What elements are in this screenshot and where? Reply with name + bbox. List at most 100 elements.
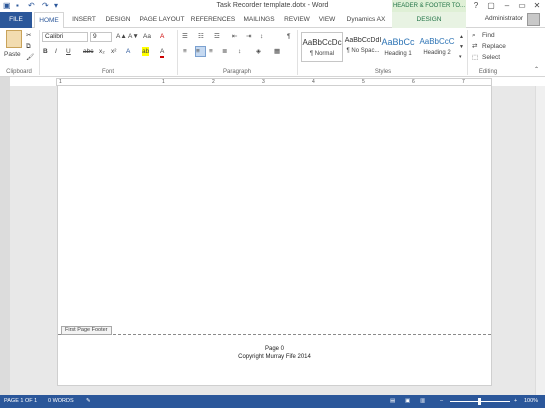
grow-font-button[interactable]: A▲	[116, 32, 127, 41]
group-label-styles: Styles	[374, 69, 392, 75]
tab-home[interactable]: HOME	[34, 12, 64, 29]
collapse-ribbon-icon[interactable]: ⌃	[534, 66, 539, 75]
read-mode-icon[interactable]: ▤	[390, 398, 395, 404]
web-layout-icon[interactable]: ▥	[420, 398, 425, 404]
minimize-button[interactable]: –	[500, 0, 514, 11]
status-bar: PAGE 1 OF 1 0 WORDS ✎ ▤ ▣ ▥ – + 100%	[0, 395, 545, 408]
line-spacing-icon[interactable]: ↕	[238, 47, 241, 56]
text-effects-button[interactable]: A	[126, 47, 130, 56]
zoom-level[interactable]: 100%	[524, 398, 538, 404]
ruler-number: 1	[162, 79, 165, 85]
footer-page-number[interactable]: Page 0	[58, 346, 491, 352]
group-label-clipboard: Clipboard	[6, 69, 32, 75]
select-icon[interactable]: ⬚	[472, 53, 478, 62]
strikethrough-button[interactable]: abc	[83, 47, 93, 56]
footer-copyright[interactable]: Copyright Murray Fife 2014	[58, 354, 491, 360]
style-normal-label: ¶ Normal	[309, 51, 335, 57]
help-button[interactable]: ?	[469, 0, 483, 11]
font-size-select[interactable]: 9	[90, 32, 112, 42]
style-normal-sample: AaBbCcDc	[302, 38, 342, 47]
align-right-icon[interactable]: ≡	[209, 47, 213, 56]
page-count[interactable]: PAGE 1 OF 1	[4, 398, 37, 404]
replace-icon[interactable]: ⇄	[472, 42, 477, 51]
word-count[interactable]: 0 WORDS	[48, 398, 74, 404]
clear-formatting-button[interactable]: A	[160, 32, 164, 41]
font-family-select[interactable]: Calibri	[42, 32, 88, 42]
align-center-icon[interactable]: ≡	[195, 46, 206, 57]
find-icon[interactable]: ⌕	[472, 31, 476, 40]
align-left-icon[interactable]: ≡	[183, 47, 187, 56]
account-name[interactable]: Administrator	[485, 15, 523, 22]
group-label-paragraph: Paragraph	[222, 69, 252, 75]
style-heading-2-label: Heading 2	[423, 50, 451, 56]
tab-insert[interactable]: INSERT	[68, 12, 100, 28]
ruler-number: 3	[262, 79, 265, 85]
zoom-out-icon[interactable]: –	[440, 398, 443, 404]
ruler-number: 2	[212, 79, 215, 85]
sort-icon[interactable]: ↕	[260, 32, 263, 41]
shading-icon[interactable]: ◈	[256, 47, 261, 56]
tab-dynamics-ax[interactable]: Dynamics AX	[342, 12, 390, 28]
zoom-in-icon[interactable]: +	[514, 398, 517, 404]
superscript-button[interactable]: x²	[111, 47, 116, 56]
decrease-indent-icon[interactable]: ⇤	[232, 32, 237, 41]
increase-indent-icon[interactable]: ⇥	[246, 32, 251, 41]
shrink-font-button[interactable]: A▼	[128, 32, 139, 41]
tab-design[interactable]: DESIGN	[102, 12, 134, 28]
tab-page-layout[interactable]: PAGE LAYOUT	[138, 12, 186, 28]
footer-boundary	[58, 334, 491, 335]
copy-icon[interactable]: ⧉	[26, 42, 31, 51]
subscript-button[interactable]: x₂	[99, 47, 105, 56]
select-button[interactable]: Select	[482, 53, 500, 62]
group-separator	[297, 30, 298, 75]
ribbon-display-button[interactable]: ▢	[484, 0, 498, 11]
style-heading-2[interactable]: AaBbCcC Heading 2	[416, 32, 458, 62]
tab-mailings[interactable]: MAILINGS	[240, 12, 278, 28]
proofing-icon[interactable]: ✎	[86, 398, 91, 404]
bullets-icon[interactable]: ☰	[182, 32, 188, 41]
footer-tab-label: First Page Footer	[61, 326, 112, 335]
styles-scroll-down-icon[interactable]: ▼	[459, 43, 464, 52]
bold-button[interactable]: B	[43, 47, 48, 56]
ruler-number: 4	[312, 79, 315, 85]
numbering-icon[interactable]: ☷	[198, 32, 204, 41]
zoom-slider-thumb[interactable]	[478, 398, 481, 405]
tab-header-footer-design[interactable]: DESIGN	[392, 12, 466, 28]
style-normal[interactable]: AaBbCcDc ¶ Normal	[301, 32, 343, 62]
replace-button[interactable]: Replace	[482, 42, 506, 51]
change-case-button[interactable]: Aa	[143, 32, 151, 41]
ruler-number: 1	[59, 79, 62, 85]
tab-review[interactable]: REVIEW	[282, 12, 312, 28]
paste-icon[interactable]	[6, 30, 22, 48]
show-hide-button[interactable]: ¶	[287, 32, 291, 41]
style-heading-1[interactable]: AaBbCc Heading 1	[377, 32, 419, 62]
restore-button[interactable]: ▭	[515, 0, 529, 11]
style-heading-1-label: Heading 1	[384, 51, 412, 57]
print-layout-icon[interactable]: ▣	[405, 398, 410, 404]
tab-file[interactable]: FILE	[0, 12, 32, 28]
underline-button[interactable]: U	[66, 47, 71, 56]
close-button[interactable]: ✕	[530, 0, 544, 11]
paste-button[interactable]: Paste	[4, 50, 21, 59]
avatar[interactable]	[527, 13, 540, 26]
group-label-editing: Editing	[478, 69, 498, 75]
find-button[interactable]: Find	[482, 31, 495, 40]
italic-button[interactable]: I	[55, 47, 57, 56]
borders-icon[interactable]: ▦	[274, 47, 280, 56]
font-color-button[interactable]: A	[160, 47, 165, 58]
horizontal-ruler[interactable]: 1 1 2 3 4 5 6 7	[56, 78, 492, 86]
document-page[interactable]: First Page Footer Page 0 Copyright Murra…	[57, 86, 492, 386]
tab-references[interactable]: REFERENCES	[190, 12, 236, 28]
styles-scroll-up-icon[interactable]: ▲	[459, 33, 464, 42]
ruler-number: 7	[462, 79, 465, 85]
tab-view[interactable]: VIEW	[316, 12, 338, 28]
title-bar: ▣ ▪ ↶ ↷ ▾ Task Recorder template.dotx - …	[0, 0, 545, 12]
vertical-scrollbar[interactable]	[535, 86, 545, 395]
format-painter-icon[interactable]: 🖌	[26, 53, 34, 62]
ribbon: Paste ✂ ⧉ 🖌 Clipboard Calibri 9 A▲ A▼ Aa…	[0, 28, 545, 77]
styles-more-icon[interactable]: ▾	[459, 53, 462, 62]
justify-icon[interactable]: ≣	[222, 47, 227, 56]
cut-icon[interactable]: ✂	[26, 31, 31, 40]
multilevel-list-icon[interactable]: ☲	[214, 32, 220, 41]
highlight-button[interactable]: ab	[142, 47, 150, 56]
